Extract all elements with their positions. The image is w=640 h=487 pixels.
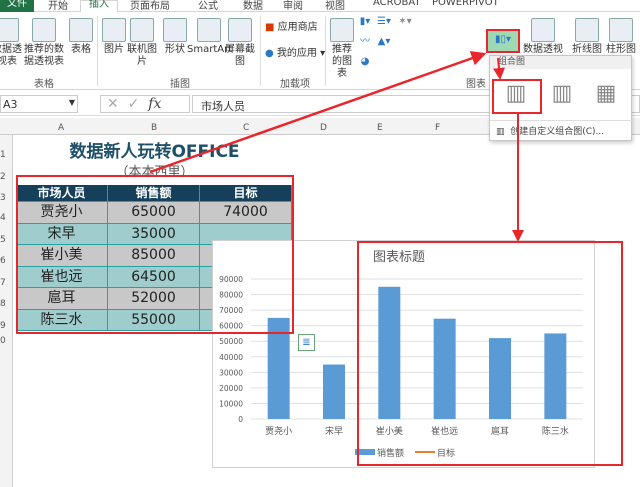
highlight-box-chart <box>357 241 623 466</box>
smartart-icon <box>197 18 221 42</box>
row-header[interactable]: 8 <box>0 299 6 309</box>
name-box[interactable]: A3 ▼ <box>0 95 78 113</box>
highlight-box-combo-button <box>486 29 520 53</box>
y-tick-label: 30000 <box>219 368 243 377</box>
tab-page-layout[interactable]: 页面布局 <box>130 0 170 12</box>
cancel-icon[interactable]: ✕ <box>107 96 119 112</box>
area-column-option[interactable]: ▦ <box>586 81 626 115</box>
group-label-illustrations: 插图 <box>170 79 190 90</box>
column-chart-dropdown[interactable]: ▮▾ <box>358 16 372 28</box>
row-header[interactable]: 2 <box>0 172 6 182</box>
row-header-bar <box>0 135 13 487</box>
y-tick-label: 0 <box>238 415 243 424</box>
check-icon[interactable]: ✓ <box>128 96 140 112</box>
pivot-table-button[interactable]: 数据透视表 <box>0 18 22 68</box>
sparkline-column-icon <box>609 18 633 42</box>
column-header[interactable]: F <box>435 123 440 133</box>
divider <box>97 16 98 86</box>
column-header[interactable]: D <box>320 123 327 133</box>
row-header[interactable]: 4 <box>0 213 6 223</box>
radar-chart-dropdown[interactable]: ✶▾ <box>398 16 412 28</box>
tab-data[interactable]: 数据 <box>243 0 263 12</box>
create-custom-combo-item[interactable]: ▥ 创建自定义组合图(C)... <box>490 120 633 138</box>
recommended-charts-button[interactable]: 推荐的图表 <box>328 18 356 80</box>
row-header[interactable]: 3 <box>0 193 6 203</box>
ribbon-tabs: 文件 开始 插入 页面布局 公式 数据 审阅 视图 ACROBAT POWERP… <box>0 0 640 13</box>
row-header[interactable]: 9 <box>0 321 6 331</box>
column-header[interactable]: B <box>151 123 157 133</box>
fx-icon[interactable]: fx <box>148 96 161 112</box>
recommended-charts-icon <box>330 18 354 42</box>
row-header[interactable]: 0 <box>0 336 6 346</box>
y-tick-label: 40000 <box>219 353 243 362</box>
y-tick-label: 50000 <box>219 337 243 346</box>
online-picture-button[interactable]: 联机图片 <box>125 18 159 68</box>
pie-chart-dropdown[interactable]: ◕ <box>358 56 372 68</box>
row-header[interactable]: 1 <box>0 150 6 160</box>
tab-acrobat[interactable]: ACROBAT <box>373 0 421 8</box>
screenshot-button[interactable]: 屏幕截图 <box>224 18 256 68</box>
y-tick-label: 10000 <box>219 399 243 408</box>
menu-header: 组合图 <box>490 56 631 69</box>
area-chart-dropdown[interactable]: ▲▾ <box>377 36 391 48</box>
formula-buttons: ✕ ✓ fx <box>100 95 190 113</box>
sparkline-column-button[interactable]: 柱形图 <box>606 18 636 56</box>
store-button[interactable]: ■ 应用商店 <box>265 22 327 34</box>
shapes-button[interactable]: 形状 <box>162 18 188 56</box>
column-header[interactable]: E <box>377 123 383 133</box>
pivot-table-icon <box>0 18 19 42</box>
divider <box>325 16 326 86</box>
tab-home[interactable]: 开始 <box>48 0 68 12</box>
column-header[interactable]: A <box>58 123 64 133</box>
group-label-charts: 图表 <box>466 79 486 90</box>
tab-view[interactable]: 视图 <box>325 0 345 12</box>
table-icon <box>69 18 93 42</box>
group-label-table: 表格 <box>34 79 54 90</box>
shapes-icon <box>163 18 187 42</box>
column-line-secondary-axis-option[interactable]: ▥ <box>542 81 582 115</box>
my-apps-button[interactable]: ● 我的应用 ▾ <box>265 48 327 60</box>
pivot-chart-icon <box>531 18 555 42</box>
group-label-addins: 加载项 <box>280 79 310 90</box>
recommended-pivot-button[interactable]: 推荐的数据透视表 <box>24 18 64 68</box>
custom-combo-icon: ▥ <box>496 127 505 137</box>
row-header[interactable]: 5 <box>0 235 6 245</box>
bar-chart-dropdown[interactable]: ☰▾ <box>377 16 391 28</box>
row-header[interactable]: 7 <box>0 278 6 288</box>
column-header[interactable]: C <box>243 123 249 133</box>
quick-analysis-icon[interactable]: ≣ <box>298 334 315 351</box>
y-tick-label: 20000 <box>219 384 243 393</box>
apps-icon: ● <box>265 48 274 59</box>
tab-review[interactable]: 审阅 <box>283 0 303 12</box>
highlight-box-combo-option <box>492 79 542 114</box>
online-picture-icon <box>130 18 154 42</box>
camera-icon <box>228 18 252 42</box>
highlight-box-table <box>16 175 294 334</box>
store-icon: ■ <box>265 22 275 33</box>
divider <box>260 16 261 86</box>
sheet-title: 数据新人玩转OFFICE <box>69 142 240 162</box>
sparkline-line-button[interactable]: 折线图 <box>572 18 602 56</box>
chevron-down-icon: ▼ <box>68 98 75 107</box>
tab-formulas[interactable]: 公式 <box>198 0 218 12</box>
bar <box>323 364 345 419</box>
row-header[interactable]: 6 <box>0 256 6 266</box>
tab-file[interactable]: 文件 <box>0 0 34 12</box>
table-button[interactable]: 表格 <box>68 18 94 56</box>
x-tick-label: 宋早 <box>325 425 343 437</box>
tab-powerpivot[interactable]: POWERPIVOT <box>432 0 499 8</box>
sparkline-line-icon <box>575 18 599 42</box>
recommended-pivot-icon <box>32 18 56 42</box>
line-chart-dropdown[interactable]: 〰 <box>358 36 372 48</box>
picture-button[interactable]: 图片 <box>100 18 128 56</box>
x-tick-label: 贾尧小 <box>265 425 292 437</box>
picture-icon <box>102 18 126 42</box>
